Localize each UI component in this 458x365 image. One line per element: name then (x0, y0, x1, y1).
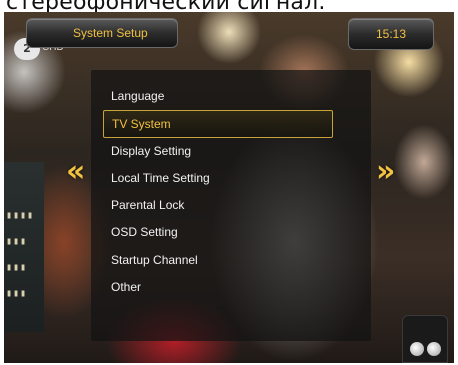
knob-icon (410, 342, 424, 356)
background-ticks: ▮▮▮ (6, 262, 28, 273)
background-ticks: ▮▮▮ (6, 236, 28, 247)
knob-icon (427, 342, 441, 356)
tv-screen: ▮▮▮▮ ▮▮▮ ▮▮▮ ▮▮▮ 2 CHD System Setup 15:1… (4, 12, 454, 363)
menu-item-other[interactable]: Other (103, 274, 333, 301)
menu-item-osd-setting[interactable]: OSD Setting (103, 219, 333, 246)
menu-item-parental-lock[interactable]: Parental Lock (103, 192, 333, 219)
background-strip (4, 162, 44, 332)
menu-item-language[interactable]: Language (103, 83, 333, 110)
chevron-right-icon[interactable]: » (376, 157, 395, 187)
menu-item-display-setting[interactable]: Display Setting (103, 138, 333, 165)
background-ticks: ▮▮▮ (6, 288, 28, 299)
page: стереофонический сигнал. ▮▮▮▮ ▮▮▮ ▮▮▮ ▮▮… (0, 0, 458, 365)
menu-list: Language TV System Display Setting Local… (103, 83, 333, 301)
menu-item-tv-system[interactable]: TV System (103, 110, 333, 138)
menu-item-local-time-setting[interactable]: Local Time Setting (103, 165, 333, 192)
page-title: System Setup (73, 26, 148, 40)
background-ticks: ▮▮▮▮ (6, 210, 35, 221)
chevron-left-icon[interactable]: « (66, 157, 85, 187)
corner-device (402, 315, 448, 363)
title-bar: System Setup (26, 18, 178, 48)
menu-item-startup-channel[interactable]: Startup Channel (103, 247, 333, 274)
clock-bar: 15:13 (348, 18, 434, 50)
clock-time: 15:13 (375, 27, 407, 41)
setup-menu: Language TV System Display Setting Local… (91, 70, 371, 341)
